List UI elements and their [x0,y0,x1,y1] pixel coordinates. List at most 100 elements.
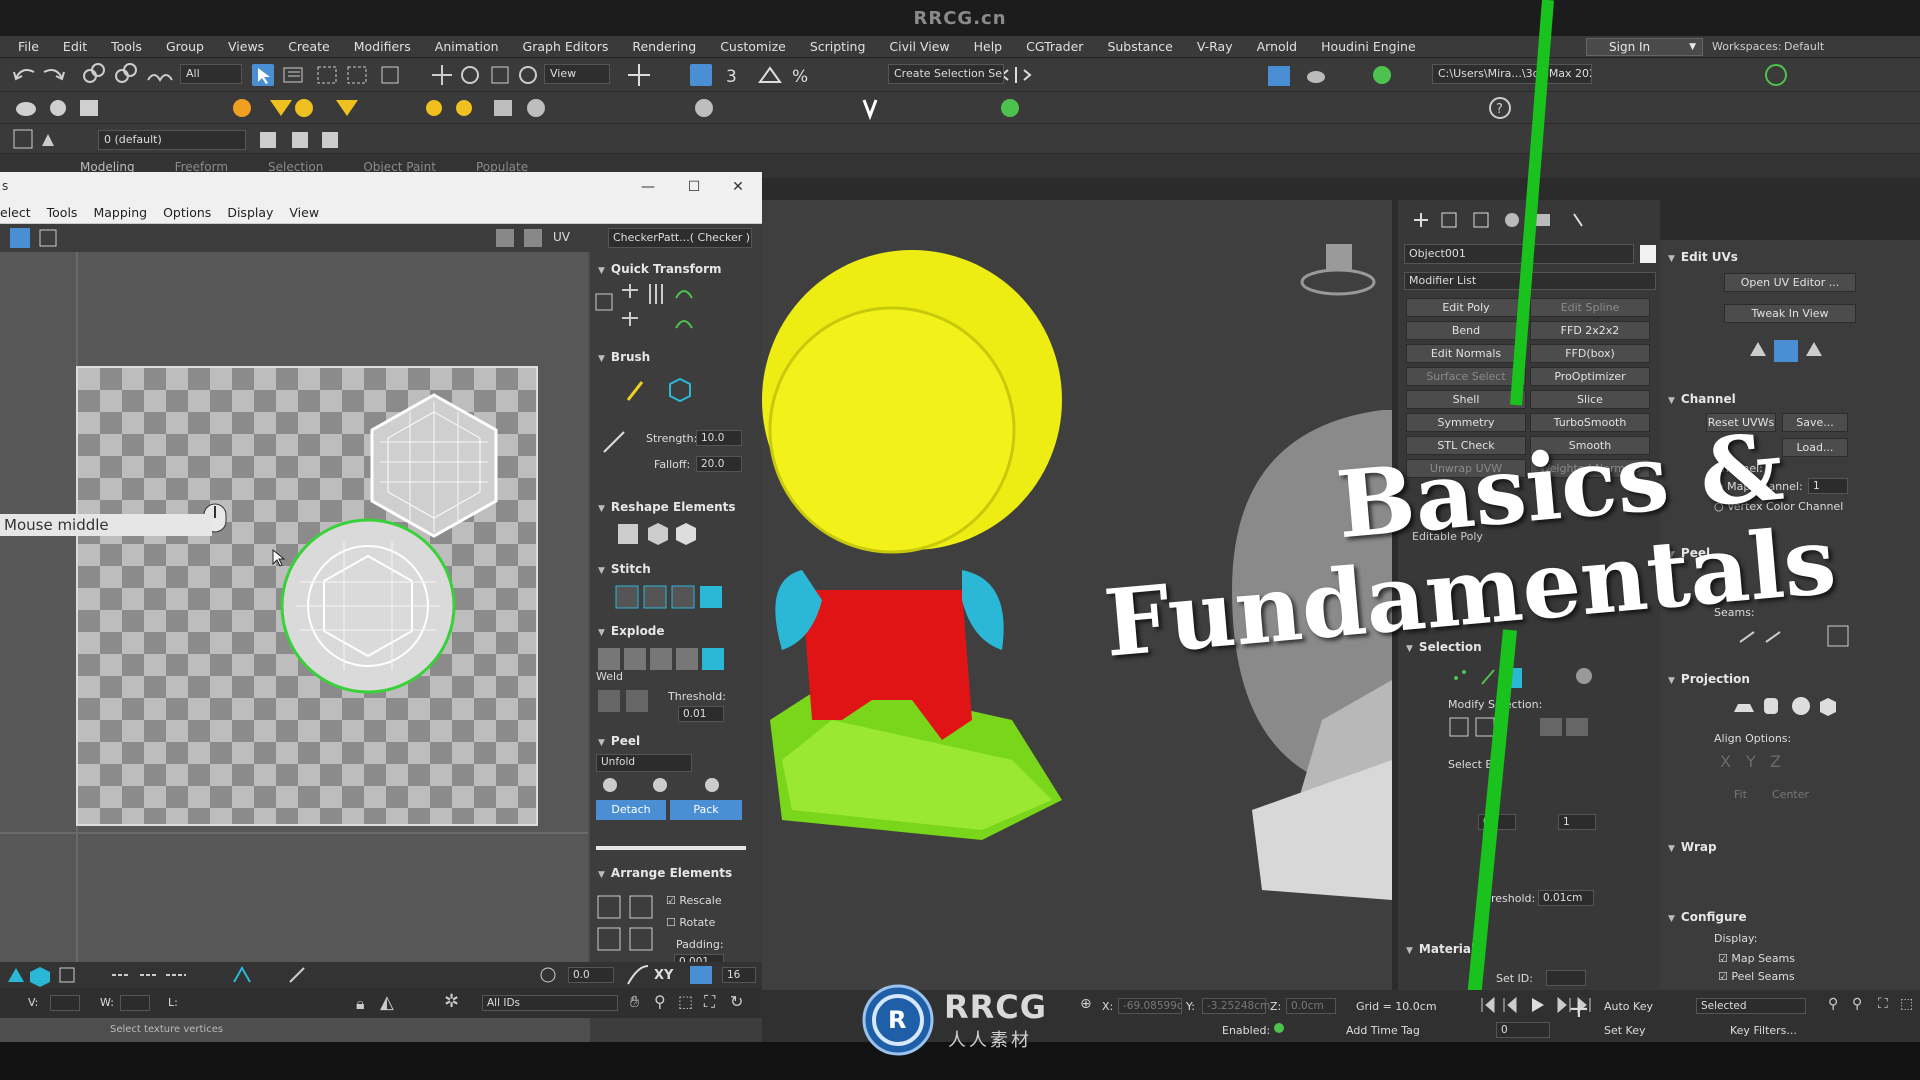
weld-threshold-spinner[interactable]: 0.01 [678,706,724,722]
cube-primitive-icon[interactable] [494,100,512,116]
grid-snap-icon[interactable] [690,966,712,984]
redo-icon[interactable] [43,69,65,81]
key-filters-button[interactable]: Key Filters... [1730,1024,1797,1037]
bind-space-warp-icon[interactable] [147,74,173,82]
falloff-spinner[interactable]: 20.0 [696,456,742,472]
angle-snap-icon[interactable] [758,66,782,83]
flatten-icon[interactable] [676,523,696,545]
menu-edit[interactable]: Edit [51,36,99,58]
loop-selection-icon[interactable] [1540,718,1562,736]
stitch-to-source-icon[interactable] [700,586,722,608]
open-uv-editor-button[interactable]: Open UV Editor ... [1724,273,1856,292]
y-coordinate-field[interactable]: -3.25248cm [1202,998,1270,1014]
explode-rollout[interactable]: ▼ Explode [598,624,665,638]
reset-view-icon[interactable]: ↻ [730,992,743,1011]
select-place-icon[interactable] [519,66,537,84]
peel-rollout[interactable]: ▼ Peel [598,734,640,748]
utilities-tab-icon[interactable] [1573,213,1583,227]
relax-icon[interactable] [648,523,668,545]
zoom-extents-selected-icon[interactable]: ⛶ [1878,996,1888,1012]
pack-button[interactable]: Pack [670,800,742,820]
reference-coord-dropdown[interactable]: View [544,64,610,84]
explode-by-angle-icon[interactable] [676,648,698,670]
uv-island-circle[interactable] [280,518,456,694]
tweak-relax-icon[interactable] [1806,342,1822,356]
set-id-spinner[interactable] [1546,970,1586,986]
sky-icon[interactable] [456,100,472,116]
menu-modifiers[interactable]: Modifiers [342,36,423,58]
rotate-ccw-icon[interactable] [675,290,693,299]
peel-seams-checkbox[interactable]: ☑ Peel Seams [1718,970,1795,982]
link-icon[interactable] [83,63,105,83]
maximize-viewport-icon[interactable]: ⬚ [1900,996,1913,1012]
percent-snap-icon[interactable]: % [792,67,808,87]
z-coordinate-field[interactable]: 0.0cm [1286,998,1336,1014]
view-cube-icon[interactable] [1300,244,1376,296]
modifier-bend-button[interactable]: Bend [1406,321,1526,340]
select-rotate-icon[interactable] [461,66,479,84]
layer-explorer-icon[interactable] [13,129,33,149]
render-frame-icon[interactable] [1268,66,1290,86]
unfold-dropdown[interactable]: Unfold [596,754,692,772]
uv-menu-tools[interactable]: Tools [39,202,86,223]
display-tab-icon[interactable] [1534,214,1550,226]
menu-vray[interactable]: V-Ray [1185,36,1245,58]
layer-select-icon[interactable] [322,132,338,148]
menu-cgtrader[interactable]: CGTrader [1014,36,1095,58]
strength-spinner[interactable]: 10.0 [696,430,742,446]
material-ids-rollout-title[interactable]: ▼ Material I [1406,942,1484,956]
align-x-button[interactable]: X [1720,752,1731,771]
cylindrical-map-icon[interactable] [1764,698,1778,714]
minimize-icon[interactable]: — [636,176,660,198]
center-button[interactable]: Center [1772,788,1809,801]
reshape-elements-rollout[interactable]: ▼ Reshape Elements [598,500,736,514]
explode-by-smoothing-icon[interactable] [624,648,646,670]
menu-rendering[interactable]: Rendering [620,36,708,58]
sphere-primitive-icon[interactable] [527,99,545,117]
material-sphere-icon[interactable] [695,99,713,117]
workspaces-dropdown[interactable]: Default [1784,40,1824,53]
channel-rollout-title[interactable]: ▼ Channel [1668,392,1736,406]
menu-scripting[interactable]: Scripting [798,36,878,58]
zoom-region-icon[interactable]: ⬚ [678,992,693,1011]
break-icon[interactable] [598,648,620,670]
explode-by-material-icon[interactable] [650,648,672,670]
tweak-active-icon[interactable] [1774,340,1798,362]
modifier-surface-select-button[interactable]: Surface Select [1406,367,1526,386]
menu-civil-view[interactable]: Civil View [877,36,961,58]
menu-file[interactable]: File [6,36,51,58]
configure-rollout-title[interactable]: ▼ Configure [1668,910,1747,924]
uv-menu-options[interactable]: Options [155,202,219,223]
uv-mirror-icon[interactable] [39,229,57,247]
edit-uvs-rollout-title[interactable]: ▼ Edit UVs [1668,250,1738,264]
modifier-prooptimizer-button[interactable]: ProOptimizer [1530,367,1650,386]
light-icon[interactable] [233,99,251,117]
relax-brush-icon[interactable] [669,377,691,403]
key-plus-icon[interactable]: + [1568,994,1590,1024]
vray-light-icon[interactable] [1001,99,1019,117]
ring-selection-icon[interactable] [1566,718,1588,736]
pack-rescale-icon[interactable] [629,927,653,951]
menu-substance[interactable]: Substance [1095,36,1184,58]
box-map-icon[interactable] [1820,698,1836,716]
modify-tab-icon[interactable] [1441,212,1457,228]
grid-toggle-icon[interactable] [524,229,542,247]
rescale-checkbox[interactable]: ☑ Rescale [666,894,722,907]
menu-graph-editors[interactable]: Graph Editors [511,36,621,58]
menu-arnold[interactable]: Arnold [1245,36,1309,58]
align-vertical-icon[interactable] [649,284,663,304]
current-layer-dropdown[interactable]: 0 (default) [98,130,246,150]
menu-group[interactable]: Group [154,36,216,58]
layer-stack-icon[interactable] [292,132,308,148]
target-light-icon[interactable] [336,100,358,116]
face-level-icon[interactable] [1502,668,1522,688]
grow-selection-icon[interactable] [1449,717,1469,737]
polygon-mode-icon[interactable] [59,967,75,983]
menu-create[interactable]: Create [276,36,342,58]
flatten-by-polygon-icon[interactable] [702,648,724,670]
tweak-icon[interactable] [1750,342,1766,356]
layers-icon[interactable] [42,134,54,146]
key-mode-dropdown[interactable]: Selected [1696,998,1806,1014]
play-icon[interactable] [1532,998,1544,1012]
select-by-spinner-a[interactable]: 0 [1478,814,1516,830]
